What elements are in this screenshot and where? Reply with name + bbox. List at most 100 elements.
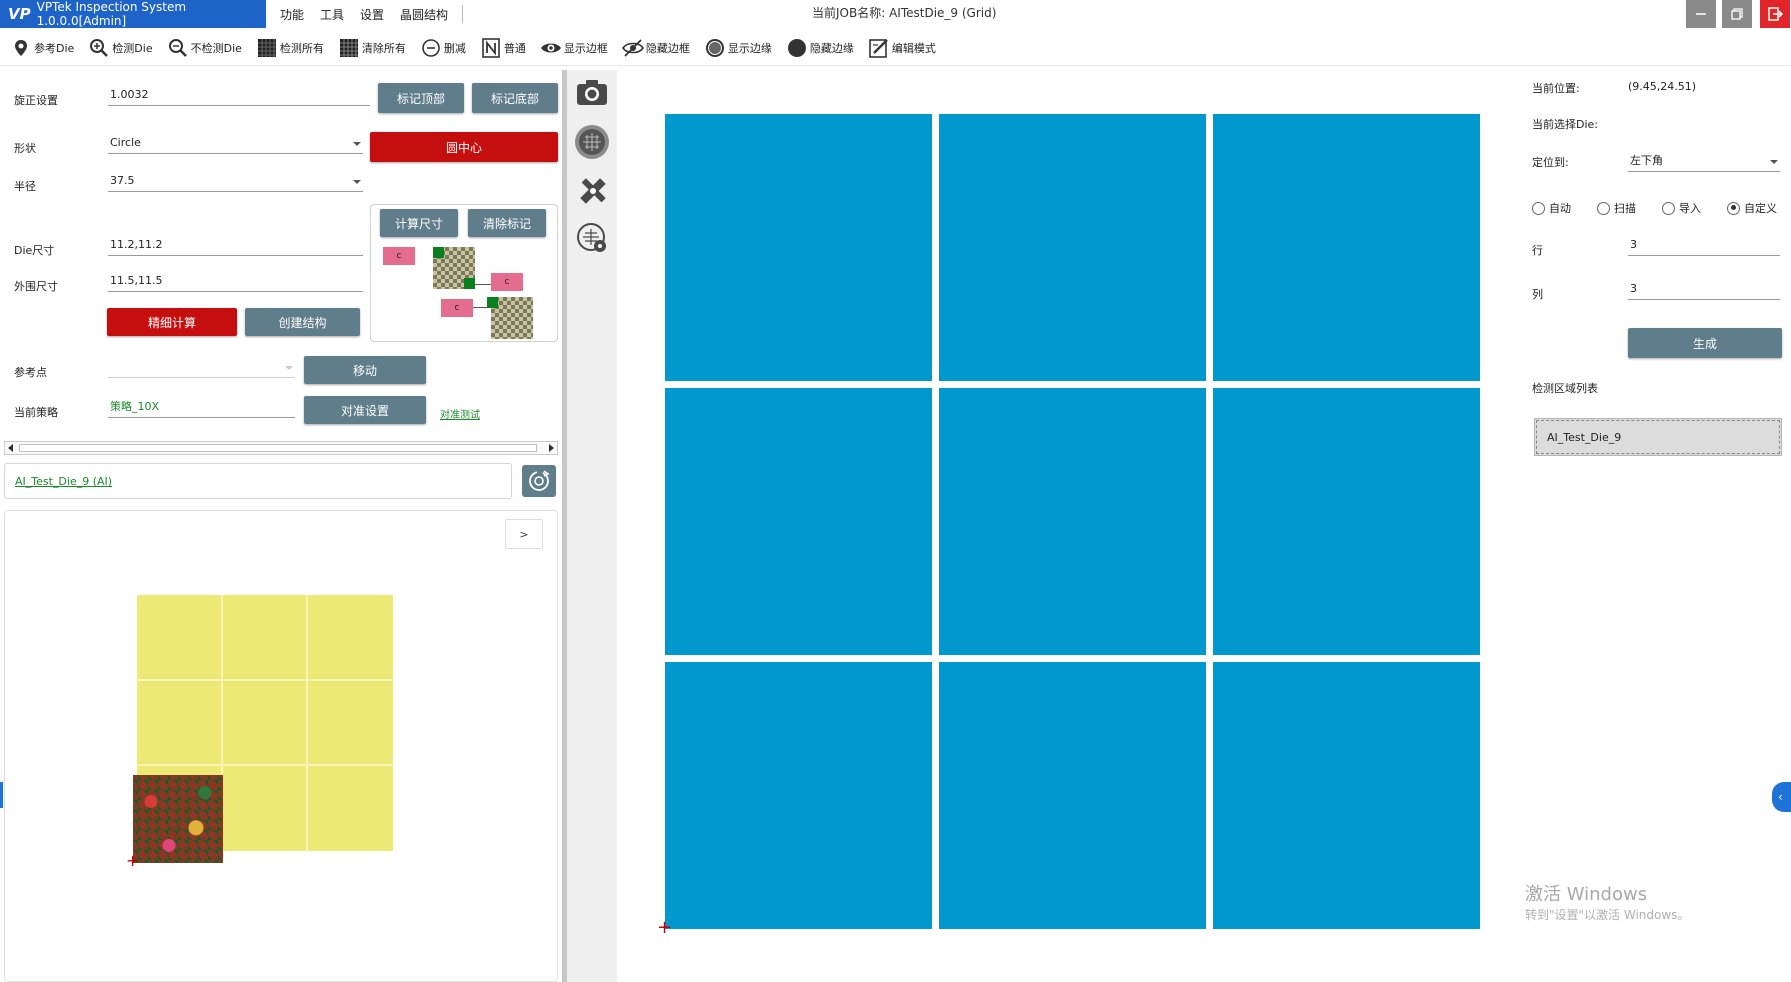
job-title: 当前JOB名称: AITestDie_9 (Grid) <box>812 6 997 20</box>
menu-settings[interactable]: 设置 <box>352 6 392 23</box>
tool-show-border[interactable]: 显示边框 <box>540 37 608 59</box>
tool-normal[interactable]: 普通 <box>480 37 526 59</box>
tool-label: 显示边缘 <box>727 41 772 55</box>
horizontal-scrollbar[interactable] <box>4 441 558 455</box>
maximize-button[interactable] <box>1722 0 1752 28</box>
title-bar: VP VPTek Inspection System 1.0.0.0[Admin… <box>0 0 1791 28</box>
activation-watermark-title: 激活 Windows <box>1525 884 1648 905</box>
locate-select[interactable]: 左下角 <box>1628 152 1780 172</box>
fine-calc-button[interactable]: 精细计算 <box>107 308 237 336</box>
app-title: VPTek Inspection System 1.0.0.0[Admin] <box>36 0 187 28</box>
grid-settings-button[interactable] <box>574 220 610 256</box>
move-button[interactable]: 移动 <box>304 356 426 384</box>
selected-die-label: 当前选择Die: <box>1532 118 1598 131</box>
create-structure-button[interactable]: 创建结构 <box>245 308 360 336</box>
wafer-view-button[interactable] <box>574 124 610 160</box>
region-list-item[interactable]: AI_Test_Die_9 <box>1534 418 1782 456</box>
menu-function[interactable]: 功能 <box>272 6 312 23</box>
tool-show-edge[interactable]: 显示边缘 <box>704 37 772 59</box>
mark-tag: c <box>441 299 473 317</box>
tool-inspect-die[interactable]: 检测Die <box>88 37 153 59</box>
scroll-right-icon[interactable] <box>549 444 554 452</box>
menu-bar: 功能 工具 设置 晶圆结构 <box>272 0 464 28</box>
tool-reduce[interactable]: 删减 <box>420 37 466 59</box>
tool-label: 普通 <box>503 41 526 55</box>
radio-auto[interactable]: 自动 <box>1532 200 1571 216</box>
corner-marker <box>433 247 444 258</box>
left-edge-indicator <box>0 782 3 808</box>
circle-center-button[interactable]: 圆中心 <box>370 132 558 162</box>
mark-top-button[interactable]: 标记顶部 <box>378 83 464 113</box>
vertical-tool-strip <box>567 70 617 982</box>
radio-label: 扫描 <box>1614 202 1636 215</box>
radio-import[interactable]: 导入 <box>1662 200 1701 216</box>
outer-size-input[interactable]: 11.5,11.5 <box>108 272 363 292</box>
shape-select[interactable]: Circle <box>108 134 363 154</box>
ref-point-select[interactable] <box>108 358 295 378</box>
tool-label: 不检测Die <box>190 41 242 55</box>
minimize-button[interactable] <box>1686 0 1716 28</box>
rows-input[interactable]: 3 <box>1628 236 1780 256</box>
toolbar: 参考Die 检测Die 不检测Die 检测所有 清除所有 删减 普通 显示边框 … <box>0 30 1791 66</box>
radius-select[interactable]: 37.5 <box>108 172 363 192</box>
mark-bottom-button[interactable]: 标记底部 <box>472 83 558 113</box>
tool-label: 隐藏边缘 <box>809 41 854 55</box>
activation-watermark-subtitle: 转到"设置"以激活 Windows。 <box>1525 908 1690 922</box>
rows-label: 行 <box>1532 244 1543 257</box>
locate-label: 定位到: <box>1532 156 1569 169</box>
die-cell[interactable] <box>939 114 1206 381</box>
die-grid-canvas[interactable]: + <box>617 70 1520 982</box>
cols-label: 列 <box>1532 288 1543 301</box>
die-cell[interactable] <box>665 388 932 655</box>
exit-button[interactable] <box>1760 0 1790 28</box>
radio-custom[interactable]: 自定义 <box>1727 200 1777 216</box>
tool-reference-die[interactable]: 参考Die <box>10 37 74 59</box>
calc-size-button[interactable]: 计算尺寸 <box>380 209 458 237</box>
tool-label: 检测Die <box>112 41 153 55</box>
grid-line <box>306 595 308 851</box>
menu-wafer-structure[interactable]: 晶圆结构 <box>392 6 456 23</box>
menu-tools[interactable]: 工具 <box>312 6 352 23</box>
die-size-input[interactable]: 11.2,11.2 <box>108 236 363 256</box>
refresh-settings-button[interactable] <box>522 465 556 497</box>
generate-button[interactable]: 生成 <box>1628 328 1782 358</box>
die-cell[interactable] <box>939 662 1206 929</box>
tools-button[interactable] <box>574 172 610 208</box>
strategy-label: 当前策略 <box>14 406 58 419</box>
tool-edit-mode[interactable]: 编辑模式 <box>868 37 936 59</box>
eye-off-icon <box>621 37 644 59</box>
radio-scan[interactable]: 扫描 <box>1597 200 1636 216</box>
scroll-left-icon[interactable] <box>8 444 13 452</box>
scroll-thumb[interactable] <box>19 444 537 452</box>
tool-hide-border[interactable]: 隐藏边框 <box>621 37 690 59</box>
rotation-input[interactable]: 1.0032 <box>108 86 370 106</box>
tool-skip-die[interactable]: 不检测Die <box>167 37 242 59</box>
die-cell[interactable] <box>665 114 932 381</box>
die-cell[interactable] <box>1213 662 1480 929</box>
origin-crosshair-icon: + <box>126 851 140 870</box>
camera-button[interactable] <box>574 74 610 110</box>
tool-hide-edge[interactable]: 隐藏边缘 <box>786 37 854 59</box>
tool-inspect-all[interactable]: 检测所有 <box>256 37 324 59</box>
radius-label: 半径 <box>14 180 36 193</box>
cols-input[interactable]: 3 <box>1628 280 1780 300</box>
shape-value: Circle <box>110 136 141 149</box>
grid-clear-icon <box>338 37 360 59</box>
strategy-input[interactable]: 策略_10X <box>108 398 295 418</box>
ref-point-label: 参考点 <box>14 366 47 379</box>
collapse-side-tab[interactable]: ‹ <box>1772 782 1791 812</box>
die-cell[interactable] <box>1213 388 1480 655</box>
n-box-icon <box>480 37 502 59</box>
radio-icon <box>1597 201 1610 215</box>
expand-button[interactable]: > <box>505 519 543 549</box>
clear-marks-button[interactable]: 清除标记 <box>468 209 546 237</box>
recipe-name-link[interactable]: AI_Test_Die_9 (AI) <box>15 475 112 488</box>
filled-circle-icon <box>786 37 808 59</box>
recipe-row: AI_Test_Die_9 (AI) <box>4 463 512 499</box>
align-test-link[interactable]: 对准测试 <box>440 406 480 421</box>
tool-clear-all[interactable]: 清除所有 <box>338 37 406 59</box>
die-cell[interactable] <box>1213 114 1480 381</box>
align-settings-button[interactable]: 对准设置 <box>304 396 426 424</box>
die-cell[interactable] <box>665 662 932 929</box>
die-cell[interactable] <box>939 388 1206 655</box>
